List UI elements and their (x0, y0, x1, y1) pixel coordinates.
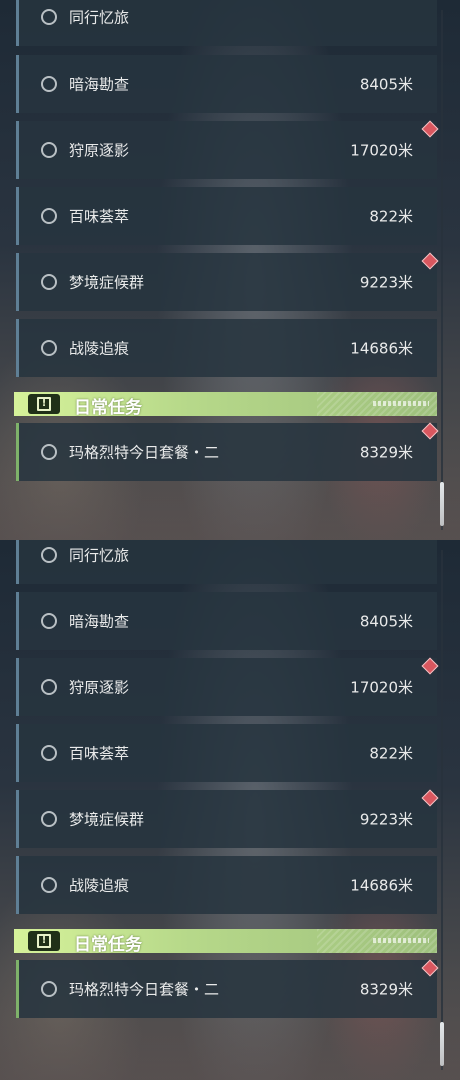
mission-distance: 8329米 (359, 443, 413, 462)
tracking-marker-icon (421, 959, 439, 977)
mission-distance: 822米 (369, 744, 413, 763)
mission-panel-bottom: 同行忆旅 暗海勘查 8405米 狩原逐影 17020米 百味荟萃 822米 梦境… (0, 540, 460, 1080)
mission-distance: 14686米 (350, 339, 413, 358)
mission-item[interactable]: 暗海勘查 8405米 (16, 55, 437, 113)
mission-distance: 17020米 (350, 678, 413, 697)
mission-name: 同行忆旅 (69, 546, 130, 565)
tracking-marker-icon (421, 422, 439, 440)
mission-name: 战陵追痕 (69, 876, 130, 895)
tracking-marker-icon (421, 657, 439, 675)
header-deco (373, 938, 429, 943)
radio-circle-icon (41, 811, 57, 827)
radio-circle-icon (41, 76, 57, 92)
mission-distance: 822米 (369, 207, 413, 226)
mission-distance: 9223米 (359, 810, 413, 829)
mission-name: 玛格烈特今日套餐・二 (69, 443, 220, 462)
daily-section-header[interactable]: ! 日常任务 (14, 929, 437, 955)
mission-item[interactable]: 战陵追痕 14686米 (16, 856, 437, 914)
mission-name: 暗海勘查 (69, 75, 130, 94)
radio-circle-icon (41, 877, 57, 893)
mission-name: 梦境症候群 (69, 810, 145, 829)
mission-item[interactable]: 梦境症候群 9223米 (16, 252, 439, 311)
mission-name: 玛格烈特今日套餐・二 (69, 980, 220, 999)
exclamation-icon: ! (37, 934, 51, 948)
mission-name: 暗海勘查 (69, 612, 130, 631)
mission-distance: 8405米 (359, 612, 413, 631)
mission-item[interactable]: 暗海勘查 8405米 (16, 592, 437, 650)
radio-circle-icon (41, 274, 57, 290)
mission-distance: 17020米 (350, 141, 413, 160)
mission-distance: 8405米 (359, 75, 413, 94)
mission-distance: 9223米 (359, 273, 413, 292)
mission-name: 狩原逐影 (69, 141, 130, 160)
mission-name: 同行忆旅 (69, 8, 130, 27)
radio-circle-icon (41, 444, 57, 460)
scrollbar-thumb[interactable] (440, 482, 444, 526)
radio-circle-icon (41, 340, 57, 356)
mission-name: 战陵追痕 (69, 339, 130, 358)
mission-distance: 8329米 (359, 980, 413, 999)
mission-item[interactable]: 百味荟萃 822米 (16, 187, 437, 245)
radio-circle-icon (41, 745, 57, 761)
mission-name: 百味荟萃 (69, 207, 130, 226)
section-title: 日常任务 (74, 398, 142, 418)
mission-name: 梦境症候群 (69, 273, 145, 292)
tracking-marker-icon (421, 789, 439, 807)
tracking-marker-icon (421, 252, 439, 270)
mission-name: 狩原逐影 (69, 678, 130, 697)
mission-item[interactable]: 同行忆旅 (16, 540, 437, 584)
mission-item[interactable]: 战陵追痕 14686米 (16, 319, 437, 377)
scrollbar-track[interactable] (441, 550, 443, 1070)
mission-name: 百味荟萃 (69, 744, 130, 763)
radio-circle-icon (41, 981, 57, 997)
exclamation-icon: ! (37, 397, 51, 411)
daily-section-header[interactable]: ! 日常任务 (14, 392, 437, 418)
mission-distance: 14686米 (350, 876, 413, 895)
radio-circle-icon (41, 613, 57, 629)
section-title: 日常任务 (74, 935, 142, 955)
daily-mission-item[interactable]: 玛格烈特今日套餐・二 8329米 (16, 422, 439, 481)
radio-circle-icon (41, 208, 57, 224)
mission-item[interactable]: 同行忆旅 (16, 0, 437, 46)
mission-panel-top: 同行忆旅 暗海勘查 8405米 狩原逐影 17020米 百味荟萃 822米 梦境… (0, 0, 460, 540)
scrollbar-track[interactable] (441, 10, 443, 530)
radio-circle-icon (41, 547, 57, 563)
radio-circle-icon (41, 142, 57, 158)
mission-item[interactable]: 百味荟萃 822米 (16, 724, 437, 782)
tracking-marker-icon (421, 120, 439, 138)
scrollbar-thumb[interactable] (440, 1022, 444, 1066)
mission-item[interactable]: 狩原逐影 17020米 (16, 120, 439, 179)
daily-mission-item[interactable]: 玛格烈特今日套餐・二 8329米 (16, 959, 439, 1018)
mission-item[interactable]: 梦境症候群 9223米 (16, 789, 439, 848)
mission-item[interactable]: 狩原逐影 17020米 (16, 657, 439, 716)
radio-circle-icon (41, 679, 57, 695)
radio-circle-icon (41, 9, 57, 25)
header-deco (373, 401, 429, 406)
alert-badge: ! (28, 931, 60, 951)
alert-badge: ! (28, 394, 60, 414)
